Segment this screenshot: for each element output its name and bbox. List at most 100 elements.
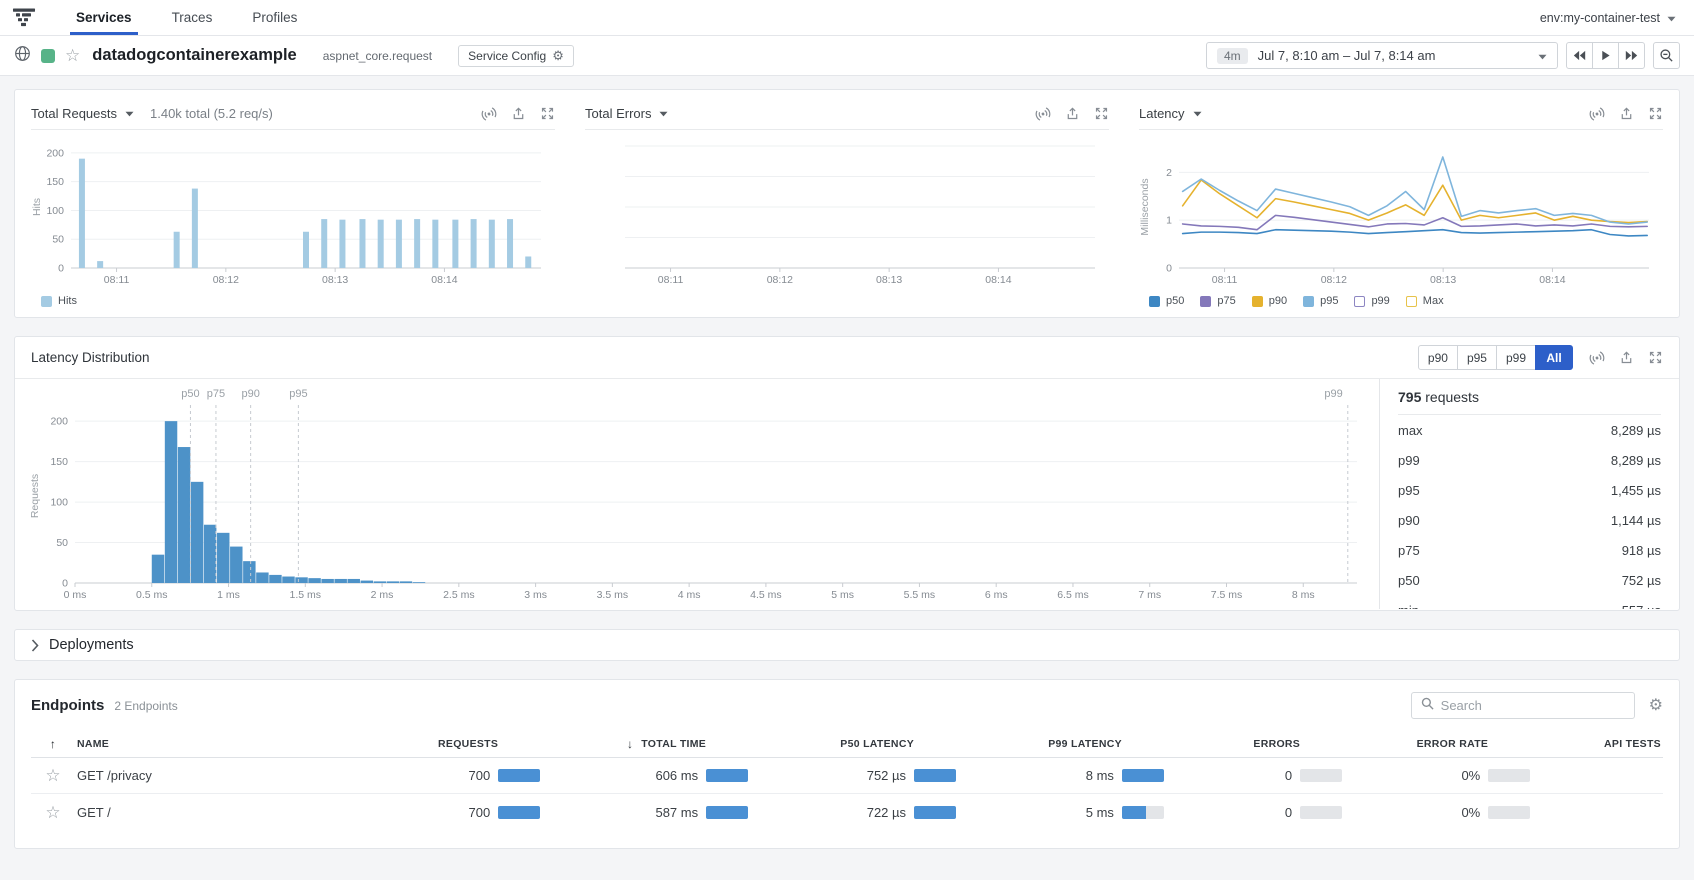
column-label: P99 LATENCY: [1048, 738, 1122, 750]
stat-value: 1,455 µs: [1611, 483, 1661, 498]
caret-down-icon[interactable]: [1193, 111, 1202, 117]
tab-profiles[interactable]: Profiles: [232, 0, 317, 35]
cell-name: GET /: [75, 805, 362, 820]
column-header-error_rate[interactable]: ERROR RATE: [1352, 738, 1540, 750]
latency-distribution-chart[interactable]: 0501001502000 ms0.5 ms1 ms1.5 ms2 ms2.5 …: [29, 385, 1365, 603]
legend-item-p99[interactable]: p99: [1354, 295, 1389, 307]
legend-item-hits[interactable]: Hits: [41, 295, 77, 307]
svg-text:7.5 ms: 7.5 ms: [1211, 589, 1243, 601]
legend-item-p75[interactable]: p75: [1200, 295, 1235, 307]
chart-panel-total_requests: Total Requests1.40k total (5.2 req/s)050…: [31, 98, 555, 309]
watchdog-icon[interactable]: [1589, 350, 1605, 366]
chart-actions: [1589, 350, 1663, 366]
cell-value: 8 ms: [1086, 768, 1114, 783]
svg-text:0.5 ms: 0.5 ms: [136, 589, 168, 601]
endpoints-table-header: ↑NAMEREQUESTS↓TOTAL TIMEP50 LATENCY P99 L…: [31, 731, 1663, 758]
column-header-errors[interactable]: ERRORS: [1174, 738, 1352, 750]
env-selector[interactable]: env:my-container-test: [1540, 0, 1676, 35]
watchdog-icon[interactable]: [1035, 106, 1051, 122]
svg-text:08:14: 08:14: [985, 274, 1011, 286]
zoom-out-icon[interactable]: [1653, 42, 1680, 69]
caret-down-icon[interactable]: [659, 111, 668, 117]
latency-stats-panel: 795 requests max8,289 µsp998,289 µsp951,…: [1379, 379, 1679, 609]
globe-icon: [14, 45, 31, 67]
export-icon[interactable]: [1619, 106, 1634, 122]
table-row[interactable]: ☆GET /700587 ms722 µs5 ms00%: [31, 794, 1663, 830]
search-input[interactable]: [1441, 698, 1625, 713]
percentile-button-all[interactable]: All: [1535, 345, 1573, 370]
nav-menu-icon[interactable]: [12, 0, 46, 35]
watchdog-icon[interactable]: [481, 106, 497, 122]
tab-traces[interactable]: Traces: [152, 0, 233, 35]
percentile-button-p99[interactable]: p99: [1496, 345, 1536, 370]
percentile-button-p90[interactable]: p90: [1418, 345, 1458, 370]
caret-down-icon[interactable]: [125, 111, 134, 117]
metric-bar: [1488, 769, 1530, 782]
star-icon[interactable]: ☆: [45, 803, 60, 822]
column-label: ERRORS: [1253, 738, 1300, 750]
chart-actions: [1035, 106, 1109, 122]
watchdog-icon[interactable]: [1589, 106, 1605, 122]
export-icon[interactable]: [1065, 106, 1080, 122]
percentile-button-p95[interactable]: p95: [1457, 345, 1497, 370]
time-range-badge: 4m: [1217, 48, 1248, 64]
service-config-button[interactable]: Service Config ⚙: [458, 45, 574, 67]
gear-icon[interactable]: ⚙: [1649, 698, 1663, 714]
legend-swatch: [1406, 296, 1417, 307]
gear-icon: ⚙: [552, 49, 564, 62]
column-header-p99[interactable]: P99 LATENCY: [966, 738, 1174, 750]
export-icon[interactable]: [1619, 350, 1634, 366]
table-row[interactable]: ☆GET /privacy700606 ms752 µs8 ms00%: [31, 758, 1663, 794]
skip-back-icon[interactable]: [1566, 42, 1593, 69]
endpoints-search[interactable]: [1411, 692, 1635, 719]
skip-forward-icon[interactable]: [1618, 42, 1645, 69]
fullscreen-icon[interactable]: [1094, 106, 1109, 122]
svg-text:0 ms: 0 ms: [64, 589, 87, 601]
star-icon[interactable]: ☆: [45, 766, 60, 785]
export-icon[interactable]: [511, 106, 526, 122]
column-header-total_time[interactable]: ↓TOTAL TIME: [550, 737, 758, 751]
stat-label: p99: [1398, 453, 1420, 468]
stat-label: p95: [1398, 483, 1420, 498]
time-range-picker[interactable]: 4m Jul 7, 8:10 am – Jul 7, 8:14 am: [1206, 42, 1558, 69]
caret-down-icon: [1667, 11, 1676, 25]
metric-bar: [706, 769, 748, 782]
fullscreen-icon[interactable]: [1648, 350, 1663, 366]
deployments-title: Deployments: [49, 637, 134, 653]
column-header-name[interactable]: NAME: [75, 738, 362, 750]
cell-errors: 0: [1174, 805, 1352, 820]
primary-tabs: ServicesTracesProfiles: [56, 0, 317, 35]
endpoints-table: ↑NAMEREQUESTS↓TOTAL TIMEP50 LATENCY P99 L…: [31, 731, 1663, 830]
star-icon[interactable]: ☆: [65, 47, 80, 64]
metric-bar: [1122, 806, 1164, 819]
tab-services[interactable]: Services: [56, 0, 152, 35]
total_errors-chart[interactable]: 08:1108:1208:1308:14: [585, 136, 1105, 288]
legend-item-p90[interactable]: p90: [1252, 295, 1287, 307]
cell-value: 606 ms: [655, 768, 698, 783]
deployments-section[interactable]: Deployments: [14, 629, 1680, 661]
sort-asc-icon[interactable]: ↑: [31, 737, 75, 751]
stat-row-max: max8,289 µs: [1398, 415, 1661, 445]
fullscreen-icon[interactable]: [540, 106, 555, 122]
column-header-p50[interactable]: P50 LATENCY: [758, 738, 966, 750]
legend-item-p95[interactable]: p95: [1303, 295, 1338, 307]
legend-item-p50[interactable]: p50: [1149, 295, 1184, 307]
stat-label: p75: [1398, 543, 1420, 558]
latency-distribution-title: Latency Distribution: [31, 350, 150, 365]
time-controls: 4m Jul 7, 8:10 am – Jul 7, 8:14 am: [1206, 42, 1680, 69]
cell-value: 700: [469, 805, 491, 820]
fullscreen-icon[interactable]: [1648, 106, 1663, 122]
total_requests-chart[interactable]: 05010015020008:1108:1208:1308:14Hits: [31, 136, 551, 288]
chevron-right-icon: [31, 639, 39, 652]
legend-swatch: [41, 296, 52, 307]
latency-chart[interactable]: 01208:1108:1208:1308:14Milliseconds: [1139, 136, 1659, 288]
column-header-requests[interactable]: REQUESTS: [362, 738, 550, 750]
metric-bar: [914, 806, 956, 819]
latency-distribution-body: 0501001502000 ms0.5 ms1 ms1.5 ms2 ms2.5 …: [15, 379, 1679, 610]
play-icon[interactable]: [1592, 42, 1619, 69]
column-label: TOTAL TIME: [641, 738, 706, 750]
svg-text:150: 150: [46, 176, 64, 188]
cell-value: 0%: [1461, 805, 1480, 820]
column-header-api_tests[interactable]: API TESTS: [1540, 738, 1663, 750]
legend-item-max[interactable]: Max: [1406, 295, 1444, 307]
